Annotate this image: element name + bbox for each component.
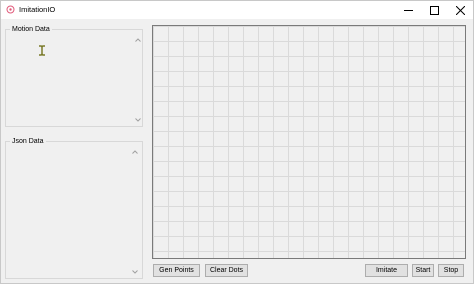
scroll-up-button[interactable] [130, 148, 139, 156]
json-data-scrollbar[interactable] [130, 148, 139, 276]
motion-data-scrollbar[interactable] [133, 36, 142, 124]
gen-points-button[interactable]: Gen Points [153, 264, 200, 277]
start-button[interactable]: Start [412, 264, 434, 277]
title-bar[interactable]: ImitationIO [1, 1, 473, 19]
maximize-button[interactable] [420, 1, 448, 19]
app-icon [6, 5, 15, 14]
json-data-label: Json Data [10, 137, 46, 146]
maximize-icon [429, 5, 439, 15]
window-title: ImitationIO [19, 5, 56, 14]
clear-dots-button[interactable]: Clear Dots [205, 264, 248, 277]
minimize-button[interactable] [394, 1, 422, 19]
close-icon [455, 5, 465, 15]
chevron-down-icon [131, 270, 138, 274]
main-window: ImitationIO Motion Data Json Data Gen Po… [0, 0, 474, 284]
scroll-down-button[interactable] [130, 268, 139, 276]
scroll-up-button[interactable] [133, 36, 142, 44]
chevron-up-icon [131, 150, 138, 154]
text-cursor-icon [38, 45, 46, 56]
motion-data-group: Motion Data [5, 25, 143, 127]
chevron-down-icon [134, 118, 141, 122]
stop-button[interactable]: Stop [438, 264, 464, 277]
minimize-icon [403, 9, 413, 11]
chevron-up-icon [134, 38, 141, 42]
close-button[interactable] [446, 1, 474, 19]
json-data-group: Json Data [5, 137, 143, 279]
motion-data-textarea[interactable] [8, 36, 130, 124]
motion-data-label: Motion Data [10, 25, 52, 34]
json-data-textarea[interactable] [8, 148, 130, 276]
scroll-down-button[interactable] [133, 116, 142, 124]
imitate-button[interactable]: Imitate [365, 264, 408, 277]
drawing-canvas[interactable] [152, 25, 466, 259]
